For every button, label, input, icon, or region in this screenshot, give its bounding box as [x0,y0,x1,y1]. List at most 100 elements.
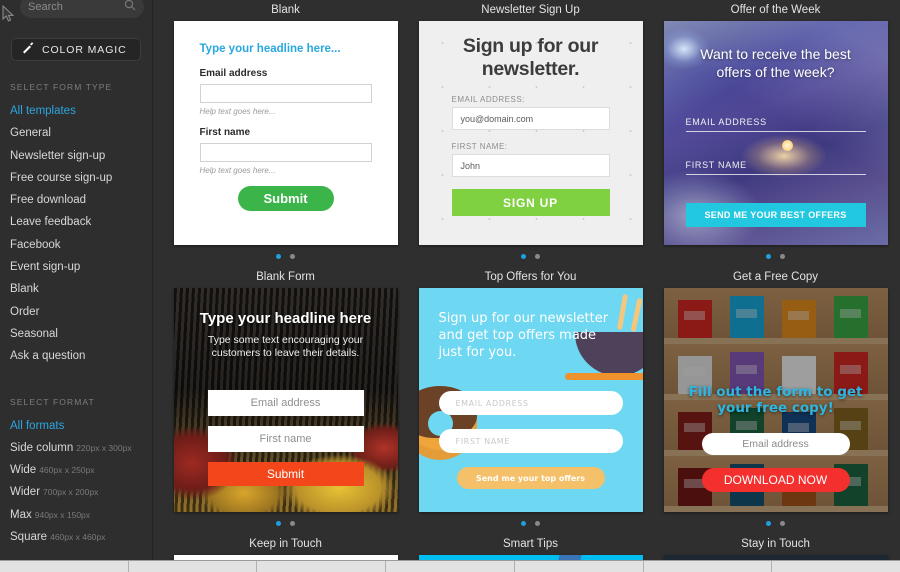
template-cell: Blank Type your headline here... Email a… [163,0,408,267]
download-now-button[interactable]: DOWNLOAD NOW [701,468,850,492]
carousel-dot[interactable] [276,520,281,526]
taskbar-item[interactable] [0,561,129,572]
send-offers-button[interactable]: SEND ME YOUR BEST OFFERS [685,203,866,227]
sidebar-format-size: 220px x 300px [76,442,132,453]
carousel-dot[interactable] [766,253,771,259]
carousel-dot[interactable] [535,253,540,259]
carousel-dot[interactable] [766,520,771,526]
submit-button[interactable]: Submit [237,186,334,211]
color-magic-button[interactable]: COLOR MAGIC [11,38,141,61]
taskbar-item[interactable] [128,561,258,572]
search-bar[interactable] [20,0,144,18]
submit-button[interactable]: Submit [207,462,364,486]
first-name-field[interactable] [685,174,866,175]
sidebar-item-blank[interactable]: Blank [0,278,152,300]
sidebar-format-size: 700px x 200px [43,487,99,498]
taskbar-item[interactable] [257,561,387,572]
sidebar-item-free-download[interactable]: Free download [0,189,152,211]
color-magic-label: COLOR MAGIC [42,43,127,56]
carousel-dot[interactable] [290,520,295,526]
format-heading: SELECT FORMAT [10,396,95,407]
bowl-rim-icon [564,373,643,380]
sidebar-format-label: Square [10,531,48,544]
carousel-dots [163,512,408,534]
first-name-field[interactable] [199,143,372,162]
field-label: EMAIL ADDRESS: [451,95,525,104]
sidebar-item-event-sign-up[interactable]: Event sign-up [0,256,152,278]
template-title: Top Offers for You [484,271,577,283]
sidebar-item-free-course-sign-up[interactable]: Free course sign-up [0,167,152,189]
steam-icon [630,297,642,333]
sidebar-item-general[interactable]: General [0,122,152,144]
sidebar-item-label: Blank [10,283,39,296]
email-field[interactable]: EMAIL ADDRESS [438,391,623,415]
sidebar-item-label: Ask a question [10,350,86,363]
template-card-offer-of-the-week[interactable]: Want to receive the best offers of the w… [663,21,888,245]
template-headline: Type your headline here [199,310,372,327]
sidebar-item-leave-feedback[interactable]: Leave feedback [0,211,152,233]
sidebar-item-label: All templates [10,105,76,117]
sidebar-format-label: Wide [10,464,37,477]
template-card-newsletter-sign-up[interactable]: Sign up for our newsletter. EMAIL ADDRES… [419,21,643,245]
template-card-blank[interactable]: Type your headline here... Email address… [173,21,398,245]
sidebar-item-seasonal[interactable]: Seasonal [0,323,152,345]
carousel-dot[interactable] [780,253,785,259]
taskbar[interactable] [0,560,900,572]
taskbar-item[interactable] [514,561,644,572]
sidebar-item-label: Facebook [10,238,61,251]
sidebar-format-side-column[interactable]: Side column 220px x 300px [0,437,152,459]
sidebar-item-all-templates[interactable]: All templates [0,100,152,122]
sidebar-format-square[interactable]: Square 460px x 460px [0,526,152,548]
carousel-dot[interactable] [521,520,526,526]
sidebar-format-all-formats[interactable]: All formats [0,415,152,437]
email-field[interactable]: Email address [701,433,850,455]
sidebar-item-order[interactable]: Order [0,301,152,323]
template-grid: Blank Type your headline here... Email a… [153,0,900,572]
sidebar-format-wide[interactable]: Wide 460px x 250px [0,459,152,481]
carousel-dot[interactable] [535,520,540,526]
send-top-offers-button[interactable]: Send me your top offers [456,467,605,489]
carousel-dot[interactable] [521,253,526,259]
app-window: COLOR MAGIC SELECT FORM TYPE All templat… [0,0,900,572]
template-title: Stay in Touch [741,538,810,550]
carousel-dot[interactable] [780,520,785,526]
taskbar-item[interactable] [386,561,515,572]
sidebar-format-wider[interactable]: Wider 700px x 200px [0,481,152,503]
first-name-field[interactable]: First name [207,426,364,452]
taskbar-item[interactable] [772,561,900,572]
sidebar-format-size: 460px x 250px [39,465,95,476]
first-name-field[interactable]: John [451,154,610,177]
template-headline: Fill out the form to get your free copy! [688,384,863,416]
search-input[interactable] [28,0,120,18]
email-field[interactable] [685,131,866,132]
sidebar-item-newsletter-sign-up[interactable]: Newsletter sign-up [0,145,152,167]
sidebar-item-label: Event sign-up [10,261,81,274]
template-card-top-offers-for-you[interactable]: Sign up for our newsletter and get top o… [418,288,643,512]
sidebar-format-max[interactable]: Max 940px x 150px [0,504,152,526]
sidebar-item-facebook[interactable]: Facebook [0,234,152,256]
sidebar-item-label: Free download [10,194,87,207]
template-title: Keep in Touch [249,538,322,550]
first-name-field[interactable]: FIRST NAME [438,429,623,453]
template-title: Get a Free Copy [732,271,818,283]
sign-up-button[interactable]: SIGN UP [451,189,610,216]
sidebar-item-ask-a-question[interactable]: Ask a question [0,345,152,367]
email-field[interactable]: you@domain.com [451,107,610,130]
field-label: First name [199,127,251,138]
template-title: Blank [271,4,300,16]
carousel-dots [163,245,408,267]
template-cell: Top Offers for You Sign up for our newsl… [408,267,653,534]
carousel-dots [408,245,653,267]
carousel-dot[interactable] [276,253,281,259]
carousel-dot[interactable] [290,253,295,259]
field-help: Help text goes here... [199,107,276,116]
taskbar-item[interactable] [643,561,773,572]
template-card-blank-form[interactable]: Type your headline here Type some text e… [174,288,398,512]
email-field[interactable]: Email address [207,390,364,416]
email-field[interactable] [199,84,372,103]
template-title: Blank Form [256,271,315,283]
template-title: Smart Tips [503,538,558,550]
template-subheadline: Type some text encouraging your customer… [207,334,364,359]
template-cell: Offer of the Week Want to receive the be… [653,0,898,267]
template-card-get-a-free-copy[interactable]: Fill out the form to get your free copy!… [663,288,888,512]
